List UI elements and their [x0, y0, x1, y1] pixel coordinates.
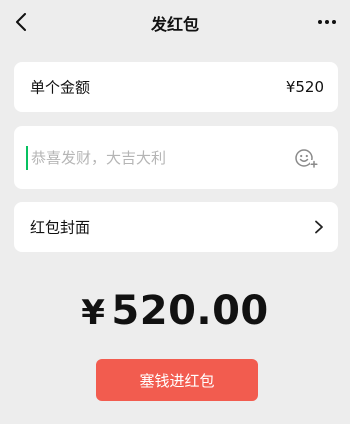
emoji-add-icon [295, 149, 318, 168]
cover-row[interactable]: 红包封面 [14, 202, 338, 252]
greeting-card [14, 126, 338, 189]
emoji-button[interactable] [294, 146, 318, 170]
send-red-packet-button[interactable]: 塞钱进红包 [96, 359, 258, 401]
amount-value[interactable]: ¥520 [286, 78, 324, 96]
navigation-bar: 发红包 [0, 0, 350, 44]
amount-row[interactable]: 单个金额 ¥520 [14, 62, 338, 112]
more-button[interactable] [316, 12, 338, 32]
cover-label: 红包封面 [30, 218, 91, 237]
currency-symbol: ¥ [81, 293, 106, 333]
total-value: 520.00 [111, 288, 269, 334]
greeting-input[interactable] [26, 146, 286, 170]
chevron-right-icon [315, 220, 323, 234]
more-horizontal-icon [318, 20, 336, 24]
page-title: 发红包 [150, 15, 199, 34]
total-amount: ¥520.00 [0, 288, 350, 334]
amount-label: 单个金额 [30, 78, 91, 97]
